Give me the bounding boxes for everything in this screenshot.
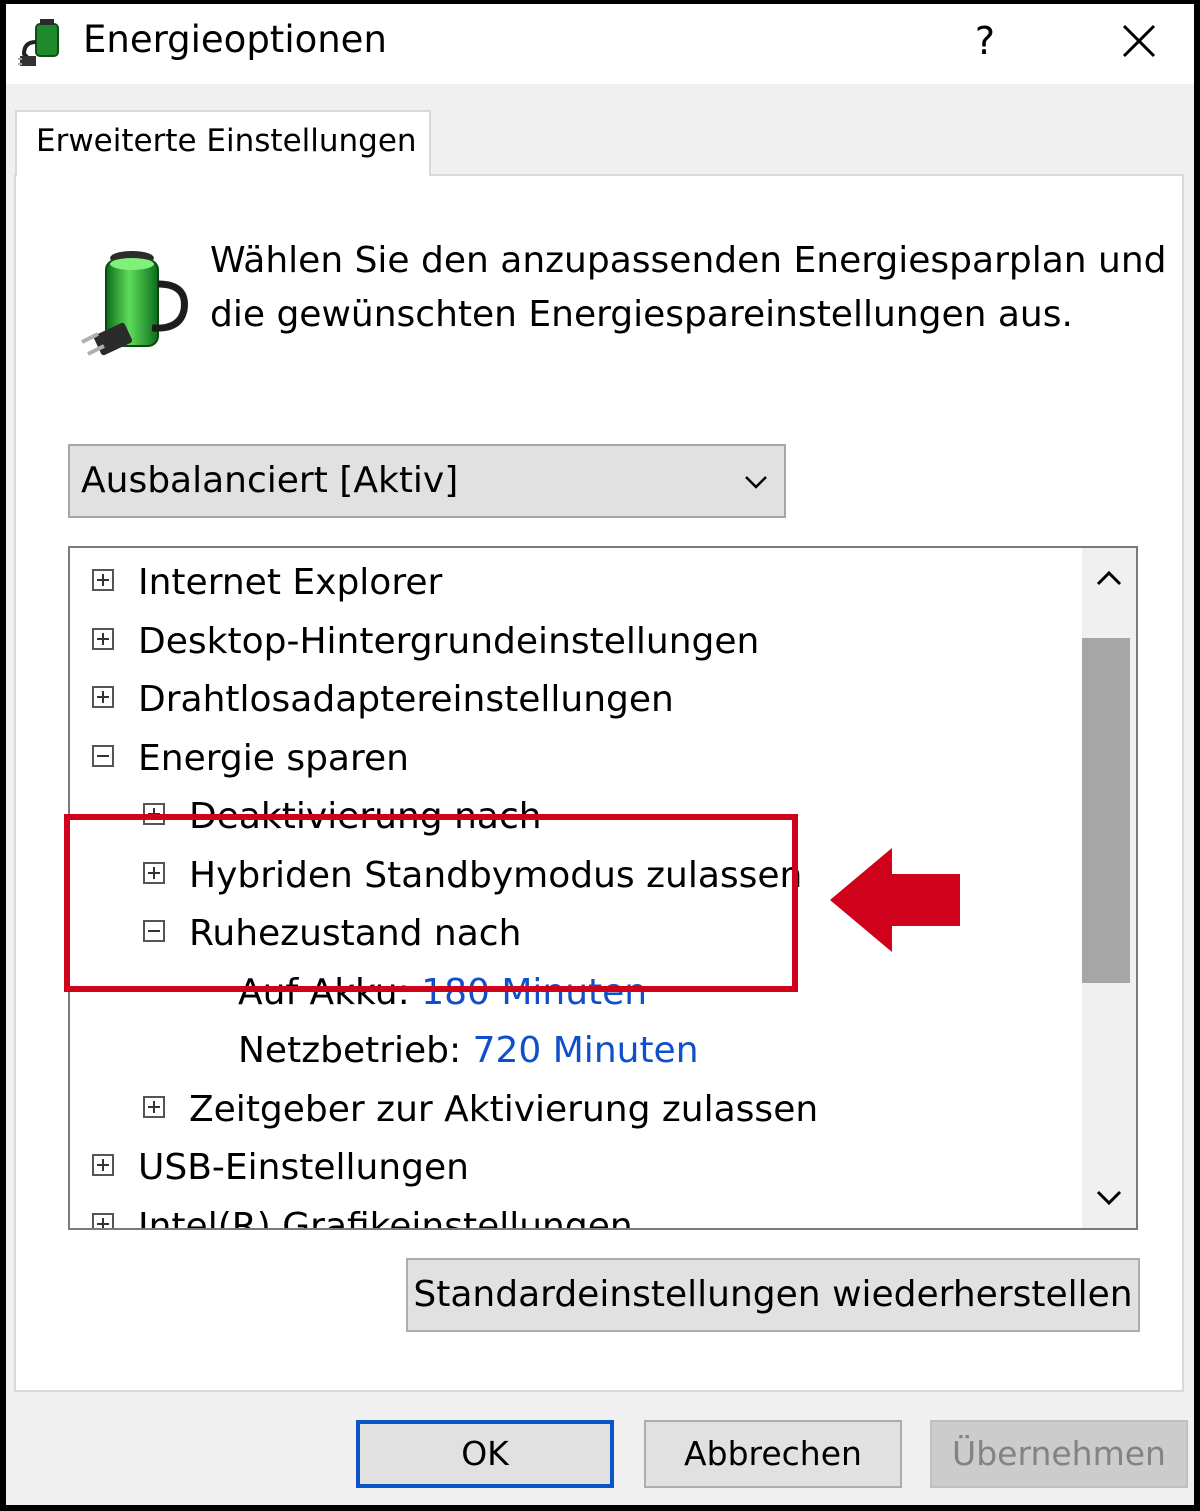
expand-icon[interactable]: [92, 686, 114, 708]
apply-button[interactable]: Übernehmen: [930, 1420, 1188, 1488]
expand-icon[interactable]: [92, 1154, 114, 1176]
plugged-in-value[interactable]: 720 Minuten: [473, 1030, 699, 1071]
restore-defaults-button[interactable]: Standardeinstellungen wiederherstellen: [406, 1258, 1140, 1332]
expand-icon[interactable]: [143, 1096, 165, 1118]
chevron-down-icon[interactable]: [1082, 1168, 1136, 1228]
help-button[interactable]: ?: [952, 10, 1018, 72]
close-icon[interactable]: [1106, 10, 1172, 72]
dialog-body: Erweiterte Einstellungen Wählen Sie den …: [6, 84, 1194, 1505]
window-title: Energieoptionen: [83, 18, 387, 61]
highlight-box: [64, 814, 798, 992]
expand-icon[interactable]: [92, 569, 114, 591]
vertical-scrollbar[interactable]: [1082, 548, 1136, 1228]
title-bar: Energieoptionen ?: [6, 4, 1194, 84]
power-plan-select[interactable]: Ausbalanciert [Aktiv]: [68, 444, 786, 518]
tab-advanced-settings[interactable]: Erweiterte Einstellungen: [15, 110, 431, 176]
plugged-in-label: Netzbetrieb:: [238, 1030, 462, 1071]
arrow-left-icon: [830, 848, 960, 952]
power-plan-value: Ausbalanciert [Aktiv]: [81, 460, 459, 501]
intro-text: Wählen Sie den anzupassenden Energiespar…: [210, 240, 1167, 335]
chevron-down-icon: [745, 476, 767, 489]
chevron-up-icon[interactable]: [1082, 548, 1136, 608]
energy-options-dialog: Energieoptionen ? Erweiterte Einstellung…: [6, 4, 1194, 1505]
tab-panel: Wählen Sie den anzupassenden Energiespar…: [14, 174, 1184, 1392]
power-plug-battery-icon: [18, 19, 59, 66]
scrollbar-thumb[interactable]: [1082, 638, 1130, 983]
expand-icon[interactable]: [92, 628, 114, 650]
cancel-button[interactable]: Abbrechen: [644, 1420, 902, 1488]
expand-icon[interactable]: [92, 1213, 114, 1228]
ok-button[interactable]: OK: [356, 1420, 614, 1488]
collapse-icon[interactable]: [92, 745, 114, 767]
battery-plug-icon: [81, 251, 188, 356]
